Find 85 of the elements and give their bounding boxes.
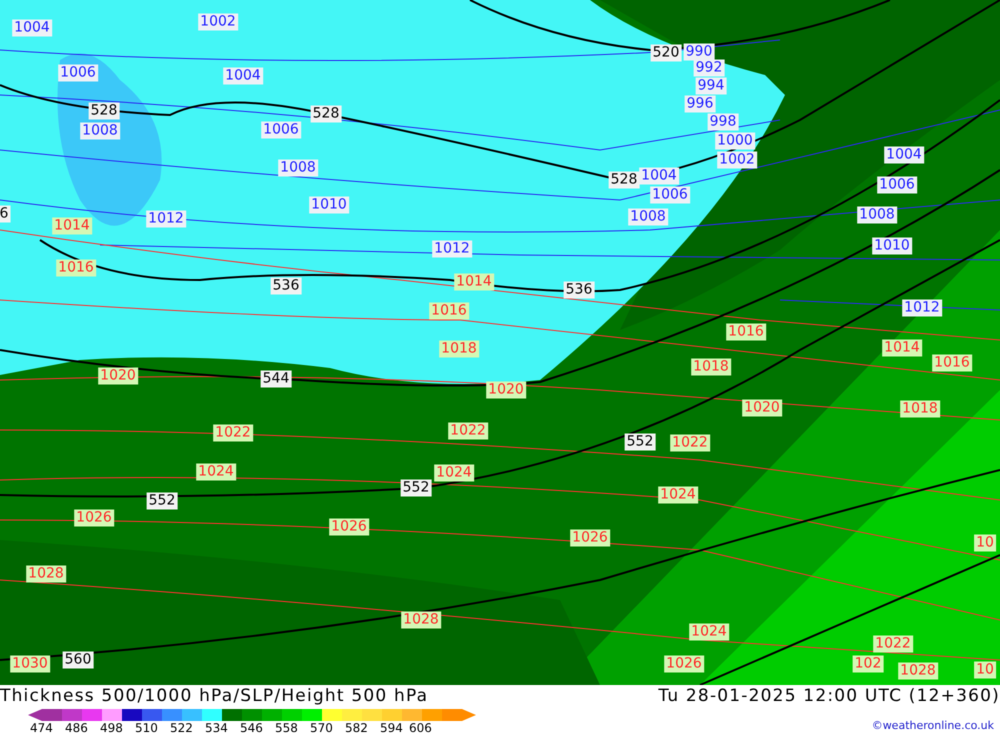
legend-tick-label: 486 xyxy=(65,721,89,733)
isobar-label: 1024 xyxy=(434,464,474,482)
height-contour-label: 6 xyxy=(0,206,10,222)
isobar-label: 1008 xyxy=(80,122,120,140)
isobar-label: 1002 xyxy=(717,152,757,168)
isobar-label: 1016 xyxy=(932,354,972,372)
isobar-label: 1004 xyxy=(884,146,924,164)
isobar-label: 1014 xyxy=(454,274,494,290)
isobar-label: 1018 xyxy=(691,358,731,376)
isobar-label: 1014 xyxy=(882,340,922,356)
isobar-label: 1012 xyxy=(146,210,186,228)
isobar-label: 1006 xyxy=(650,186,690,204)
isobar-label: 1022 xyxy=(873,636,913,652)
isobar-label: 1028 xyxy=(26,566,66,582)
legend-tick-label: 570 xyxy=(310,721,334,733)
isobar-label: 1018 xyxy=(900,400,940,418)
legend-arrow-icon xyxy=(462,708,476,720)
height-contour-label: 544 xyxy=(260,370,292,388)
isobar-label: 1008 xyxy=(857,206,897,224)
isobar-label: 1008 xyxy=(278,160,318,176)
legend-tick-label: 558 xyxy=(275,721,299,733)
isobar-label: 1006 xyxy=(877,176,917,194)
isobar-label: 1022 xyxy=(670,434,710,452)
isobar-label: 1002 xyxy=(198,14,238,30)
isobar-label: 998 xyxy=(708,114,738,130)
isobar-label: 1026 xyxy=(570,530,610,546)
legend-tick-label: 498 xyxy=(100,721,124,733)
legend-arrow-icon xyxy=(28,708,42,720)
isobar-label: 1020 xyxy=(742,400,782,416)
isobar-label: 10 xyxy=(974,662,996,678)
isobar-label: 10 xyxy=(974,534,996,552)
isobar-label: 1010 xyxy=(872,238,912,254)
isobar-label: 1004 xyxy=(639,168,679,184)
isobar-label: 1014 xyxy=(52,218,92,234)
isobar-label: 1000 xyxy=(715,132,755,150)
legend-tick-label: 474 xyxy=(30,721,54,733)
height-contour-label: 560 xyxy=(62,652,94,668)
legend-tick-label: 534 xyxy=(205,721,229,733)
isobar-label: 1026 xyxy=(74,510,114,526)
isobar-label: 1006 xyxy=(261,122,301,138)
isobar-label: 1006 xyxy=(58,64,98,82)
height-contour-label: 552 xyxy=(624,434,656,450)
isobar-label: 1028 xyxy=(898,662,938,680)
isobar-label: 992 xyxy=(694,60,724,76)
isobar-label: 102 xyxy=(852,656,884,672)
isobar-label: 1022 xyxy=(213,424,253,442)
legend-tick-label: 606 xyxy=(409,721,433,733)
isobar-label: 1026 xyxy=(329,518,369,536)
height-contour-label: 536 xyxy=(270,278,302,294)
isobar-label: 1012 xyxy=(432,240,472,258)
isobar-label: 1004 xyxy=(12,20,52,36)
height-contour-label: 528 xyxy=(310,106,342,122)
height-contour-label: 552 xyxy=(400,480,432,496)
isobar-label: 1010 xyxy=(309,196,349,214)
legend-tick-label: 582 xyxy=(345,721,369,733)
isobar-label: 1026 xyxy=(664,656,704,672)
legend-tick-label: 522 xyxy=(170,721,194,733)
isobar-label: 1008 xyxy=(628,208,668,226)
isobar-label: 1018 xyxy=(439,340,479,358)
isobar-label: 1022 xyxy=(448,422,488,440)
isobar-label: 996 xyxy=(684,96,716,112)
isobar-label: 1028 xyxy=(401,612,441,628)
forecast-datetime: Tu 28-01-2025 12:00 UTC (12+360) xyxy=(658,686,1000,706)
height-contour-label: 552 xyxy=(146,492,178,510)
height-contour-label: 528 xyxy=(88,102,120,120)
isobar-label: 1024 xyxy=(196,464,236,480)
copyright-link[interactable]: ©weatheronline.co.uk xyxy=(872,719,994,732)
isobar-label: 1016 xyxy=(726,324,766,340)
isobar-label: 994 xyxy=(696,78,726,94)
isobar-label: 1020 xyxy=(98,368,138,384)
legend-tick-label: 510 xyxy=(135,721,159,733)
isobar-label: 1016 xyxy=(429,302,469,320)
legend-tick-label: 546 xyxy=(240,721,264,733)
isobar-label: 1012 xyxy=(902,300,942,316)
height-contour-label: 536 xyxy=(564,282,594,298)
isobar-label: 1020 xyxy=(486,382,526,398)
isobar-label: 1016 xyxy=(56,260,96,276)
isobar-label: 1024 xyxy=(689,624,729,640)
height-contour-label: 520 xyxy=(650,44,682,62)
isobar-label: 990 xyxy=(684,44,714,60)
map-title: Thickness 500/1000 hPa/SLP/Height 500 hPa xyxy=(0,686,428,706)
isobar-label: 1004 xyxy=(223,68,263,84)
isobar-label: 1030 xyxy=(10,656,50,672)
height-contour-label: 528 xyxy=(608,172,640,188)
isobar-label: 1024 xyxy=(658,486,698,504)
